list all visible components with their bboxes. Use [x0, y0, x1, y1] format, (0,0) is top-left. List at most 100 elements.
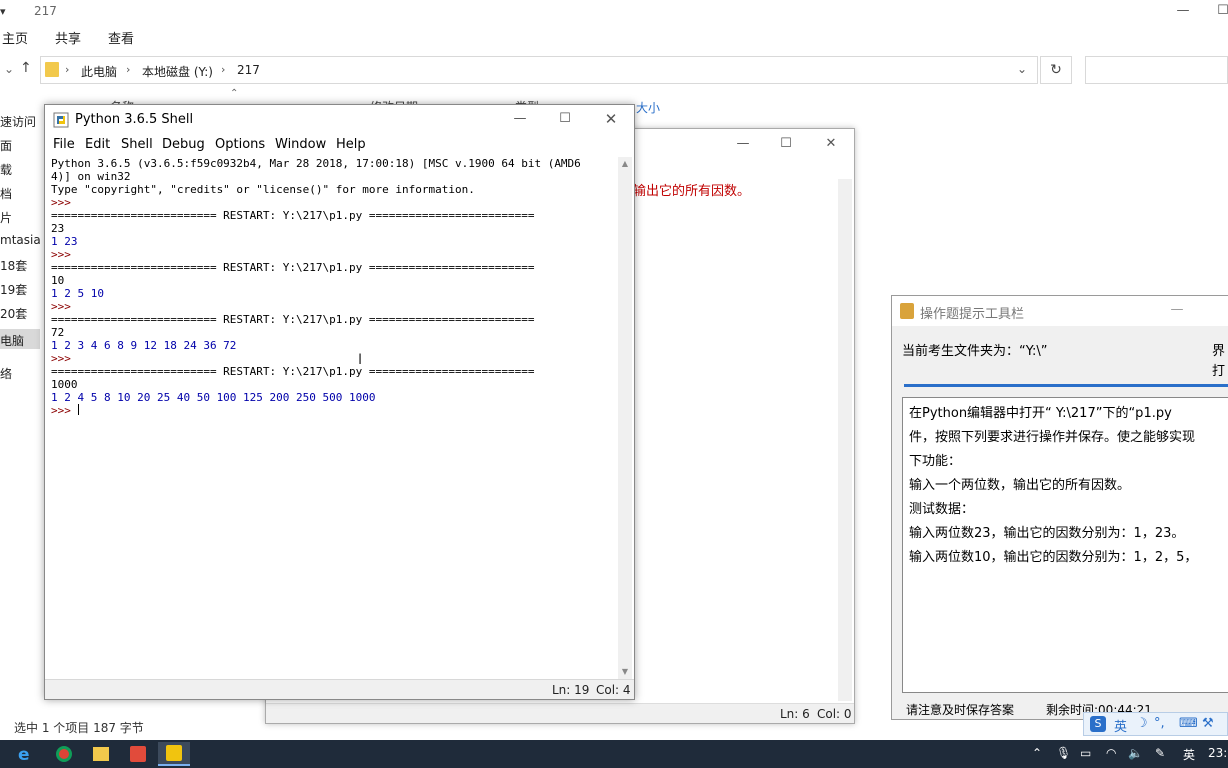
maximize-button[interactable]: ☐ — [1208, 2, 1228, 22]
progress-bar — [904, 384, 1228, 387]
nav-set-19[interactable]: 19套 — [0, 281, 27, 298]
nav-quick-access[interactable]: 速访问 — [0, 113, 36, 130]
question-line-1: 在Python编辑器中打开“ Y:\217”下的“p1.py — [909, 406, 1172, 421]
scroll-up-icon[interactable]: ▲ — [618, 157, 632, 171]
menu-shell[interactable]: Shell — [121, 137, 153, 152]
menu-debug[interactable]: Debug — [162, 137, 205, 152]
power-icon[interactable]: ▭ — [1080, 746, 1091, 760]
menu-window[interactable]: Window — [275, 137, 326, 152]
taskbar-language[interactable]: 英 — [1183, 746, 1195, 763]
question-line-7: 输入两位数10，输出它的因数分别为：1，2，5， — [909, 550, 1198, 565]
editor-col-number: Col: 0 — [817, 707, 852, 721]
nav-documents[interactable]: 档 — [0, 185, 12, 202]
pen-icon[interactable]: ✎ — [1155, 746, 1165, 760]
nav-pictures[interactable]: 片 — [0, 209, 12, 226]
nav-set-18[interactable]: 18套 — [0, 257, 27, 274]
tab-share[interactable]: 共享 — [55, 28, 81, 47]
column-size[interactable]: 大小 — [636, 99, 660, 116]
hint-toolbar-window: 操作题提示工具栏 — 当前考生文件夹为：“Y:\” 界 打 在Python编辑器… — [891, 295, 1228, 720]
breadcrumb-drive[interactable]: 本地磁盘 (Y:) — [142, 63, 213, 80]
ribbon-tabs: 主页 共享 查看 — [0, 24, 1228, 47]
right-label-2: 打 — [1212, 364, 1226, 379]
nav-camtasia[interactable]: mtasia — [0, 233, 41, 247]
volume-icon[interactable]: 🔈 — [1128, 746, 1143, 760]
tool-icon[interactable]: ⚒ — [1202, 716, 1214, 731]
up-arrow-icon[interactable]: ↑ — [20, 60, 32, 76]
refresh-button[interactable]: ↻ — [1040, 56, 1072, 84]
close-button[interactable]: ✕ — [596, 110, 626, 130]
console-line: 4)] on win32 — [51, 170, 131, 183]
menu-options[interactable]: Options — [215, 137, 265, 152]
close-button[interactable]: ✕ — [816, 135, 846, 155]
console-line: >>> — [51, 248, 78, 261]
moon-icon[interactable]: ☽ — [1136, 716, 1148, 731]
shell-line-number: Ln: 19 — [552, 683, 590, 697]
wifi-icon[interactable]: ◠ — [1106, 746, 1116, 760]
microphone-icon[interactable]: 🎙 — [1056, 746, 1071, 760]
editor-line-number: Ln: 6 — [780, 707, 810, 721]
text-caret — [77, 404, 79, 415]
hint-app-icon — [900, 303, 914, 319]
question-line-5: 测试数据： — [909, 502, 975, 517]
maximize-button[interactable]: ☐ — [550, 110, 580, 130]
shell-console[interactable]: Python 3.6.5 (v3.6.5:f59c0932b4, Mar 28 … — [51, 157, 619, 681]
ime-toolbar[interactable]: S 英 ☽ °, ⌨ ⚒ — [1083, 712, 1228, 736]
breadcrumb-this-pc[interactable]: 此电脑 — [81, 63, 117, 80]
nav-network[interactable]: 络 — [0, 365, 12, 382]
console-line: >>> — [51, 352, 78, 365]
chevron-down-icon[interactable]: ⌄ — [1017, 62, 1027, 76]
address-bar[interactable]: › 此电脑 › 本地磁盘 (Y:) › 217 ⌄ — [40, 56, 1038, 84]
breadcrumb-folder[interactable]: 217 — [237, 63, 260, 77]
minimize-button[interactable]: — — [505, 110, 535, 130]
question-line-2: 件，按照下列要求进行操作并保存。使之能够实现 — [909, 430, 1196, 445]
nav-desktop[interactable]: 面 — [0, 137, 12, 154]
quick-access-dropdown-icon[interactable]: ▾ — [0, 5, 24, 19]
right-label-1: 界 — [1212, 344, 1226, 359]
console-line: 1 2 3 4 6 8 9 12 18 24 36 72 — [51, 339, 237, 352]
menu-edit[interactable]: Edit — [85, 137, 110, 152]
console-line: ========================= RESTART: Y:\21… — [51, 209, 535, 222]
question-text-box[interactable]: 在Python编辑器中打开“ Y:\217”下的“p1.py 件，按照下列要求进… — [902, 397, 1228, 693]
shell-menubar: File Edit Shell Debug Options Window Hel… — [45, 135, 634, 155]
camtasia-icon[interactable] — [122, 742, 154, 766]
nav-set-20[interactable]: 20套 — [0, 305, 27, 322]
console-line: 10 — [51, 274, 65, 287]
search-input[interactable] — [1085, 56, 1228, 84]
punctuation-icon[interactable]: °, — [1154, 716, 1165, 731]
console-line: 1 23 — [51, 235, 78, 248]
chrome-icon[interactable] — [48, 742, 80, 766]
minimize-button[interactable]: — — [1162, 301, 1192, 321]
nav-downloads[interactable]: 载 — [0, 161, 12, 178]
folder-icon — [45, 62, 59, 77]
explorer-app-icon[interactable] — [85, 742, 117, 766]
sogou-icon[interactable]: S — [1090, 716, 1106, 732]
explorer-status: 选中 1 个项目 187 字节 — [14, 721, 144, 735]
console-line: 1000 — [51, 378, 78, 391]
python-taskbar-icon[interactable] — [158, 742, 190, 766]
clock[interactable]: 23: — [1208, 746, 1227, 760]
tab-home[interactable]: 主页 — [2, 28, 28, 47]
shell-scrollbar[interactable]: ▲ ▼ — [618, 157, 632, 679]
minimize-button[interactable]: — — [728, 135, 758, 155]
menu-file[interactable]: File — [53, 137, 75, 152]
editor-text-line: 输出它的所有因数。 — [633, 184, 751, 199]
console-line: ========================= RESTART: Y:\21… — [51, 365, 535, 378]
python-icon — [53, 112, 69, 128]
maximize-button[interactable]: ☐ — [771, 135, 801, 155]
shell-titlebar: Python 3.6.5 Shell — ☐ ✕ — [45, 105, 634, 135]
edge-icon[interactable]: e — [10, 742, 42, 766]
save-reminder: 请注意及时保存答案 — [906, 703, 1015, 717]
back-dropdown-icon[interactable]: ⌄ — [4, 62, 14, 76]
console-line: ========================= RESTART: Y:\21… — [51, 261, 535, 274]
minimize-button[interactable]: — — [1168, 2, 1198, 22]
keyboard-icon[interactable]: ⌨ — [1179, 716, 1198, 731]
chevron-up-icon[interactable]: ⌃ — [1032, 746, 1042, 760]
scroll-down-icon[interactable]: ▼ — [618, 665, 632, 679]
editor-statusbar: Ln: 6 Col: 0 — [266, 703, 854, 723]
menu-help[interactable]: Help — [336, 137, 366, 152]
nav-this-pc[interactable]: 电脑 — [0, 329, 40, 349]
tab-view[interactable]: 查看 — [108, 28, 134, 47]
ime-language[interactable]: 英 — [1114, 716, 1127, 735]
editor-scrollbar[interactable] — [838, 179, 852, 701]
shell-title: Python 3.6.5 Shell — [75, 112, 194, 127]
